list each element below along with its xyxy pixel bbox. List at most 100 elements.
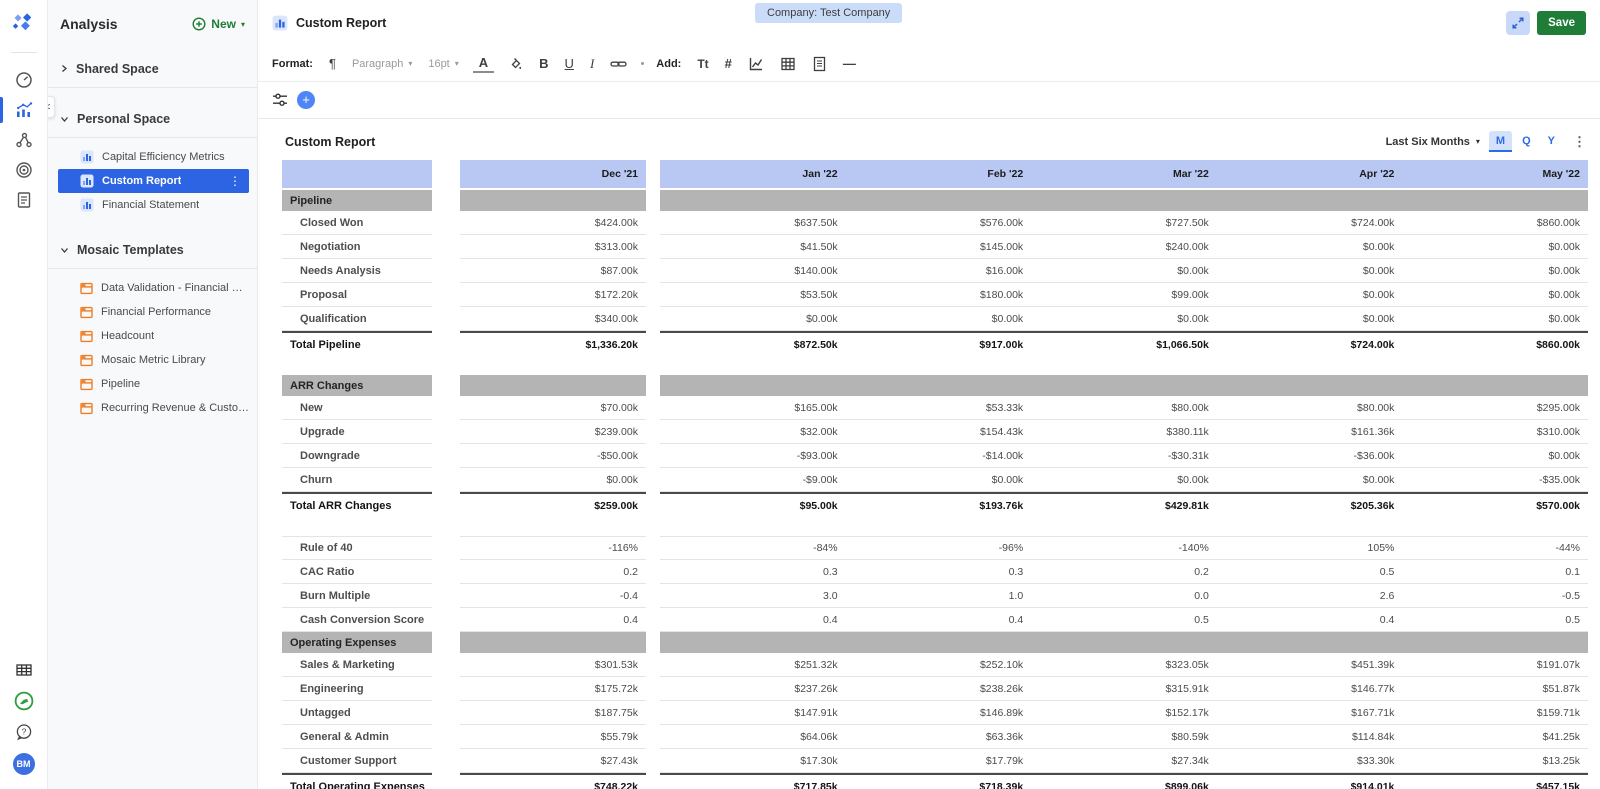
column-gap bbox=[438, 420, 460, 444]
table-row[interactable]: Downgrade -$50.00k -$93.00k -$14.00k -$30.31… bbox=[282, 444, 1588, 468]
table-row[interactable]: Rule of 40 -116% -84% -96% -140% 105% -44% bbox=[282, 536, 1588, 560]
sidebar-item-financial-performance[interactable]: Financial Performance bbox=[58, 300, 249, 324]
sidebar-item-custom-report[interactable]: Custom Report ⋮ bbox=[58, 169, 249, 193]
cell: $27.34k bbox=[1171, 754, 1209, 767]
company-badge[interactable]: Company: Test Company bbox=[755, 3, 903, 23]
section-label: Mosaic Templates bbox=[77, 243, 184, 257]
table-row[interactable]: General & Admin $55.79k $64.06k $63.36k $80.… bbox=[282, 725, 1588, 749]
paragraph-mark-icon[interactable]: ¶ bbox=[323, 54, 342, 73]
add-text-icon[interactable]: Tt bbox=[691, 55, 714, 73]
table-row[interactable]: Upgrade $239.00k $32.00k $154.43k $380.11k $1… bbox=[282, 420, 1588, 444]
add-chart-icon[interactable] bbox=[742, 54, 770, 74]
add-text-block-icon[interactable] bbox=[806, 54, 833, 74]
cell: $17.30k bbox=[800, 754, 838, 767]
cell: $114.84k bbox=[1351, 730, 1395, 743]
new-button-label: New bbox=[211, 17, 236, 31]
section-header-row[interactable]: ARR Changes bbox=[282, 375, 1588, 396]
table-row[interactable]: New $70.00k $165.00k $53.33k $80.00k $80.00k $… bbox=[282, 396, 1588, 420]
paragraph-style-dropdown[interactable]: Paragraph ▾ bbox=[346, 56, 418, 72]
dashboard-icon[interactable] bbox=[0, 65, 48, 95]
cell: $0.00k bbox=[1362, 264, 1395, 277]
mosaic-logo[interactable] bbox=[11, 12, 37, 38]
add-filter-button[interactable]: + bbox=[297, 91, 315, 109]
table-row[interactable]: Cash Conversion Score 0.4 0.4 0.4 0.5 0.4 0.5 bbox=[282, 608, 1588, 632]
add-table-icon[interactable] bbox=[774, 54, 802, 74]
total-row[interactable]: Total Operating Expenses $748.22k $717.85k… bbox=[282, 773, 1588, 789]
column-gap bbox=[646, 632, 660, 653]
italic-icon[interactable]: I bbox=[584, 54, 600, 74]
cell: $570.00k bbox=[1536, 500, 1580, 512]
chevron-down-icon: ▾ bbox=[240, 19, 245, 29]
table-row[interactable]: Sales & Marketing $301.53k $251.32k $252.10… bbox=[282, 653, 1588, 677]
data-grid-icon[interactable] bbox=[15, 661, 33, 679]
highlight-color-icon[interactable] bbox=[502, 54, 529, 73]
user-avatar[interactable]: BM bbox=[12, 753, 35, 775]
table-row[interactable]: Negotiation $313.00k $41.50k $145.00k $240.0… bbox=[282, 235, 1588, 259]
row-label: New bbox=[282, 396, 432, 420]
cell: -0.5 bbox=[1561, 589, 1580, 602]
granularity-m-button[interactable]: M bbox=[1488, 131, 1513, 152]
chevron-right-icon bbox=[60, 60, 68, 78]
reports-icon[interactable] bbox=[0, 185, 48, 215]
table-row[interactable]: Churn $0.00k -$9.00k $0.00k $0.00k $0.00k -$35… bbox=[282, 468, 1588, 492]
table-header-row[interactable]: Dec '21 Jan '22 Feb '22 Mar '22 Apr '22 May '… bbox=[282, 160, 1588, 188]
total-row[interactable]: Total ARR Changes $259.00k $95.00k $193.76k… bbox=[282, 492, 1588, 518]
cell: $17.79k bbox=[985, 754, 1024, 767]
cell: $154.43k bbox=[979, 425, 1024, 438]
granularity-q-button[interactable]: Q bbox=[1515, 131, 1538, 152]
sidebar-item-data-validation-financial-stat[interactable]: Data Validation - Financial Stat... bbox=[58, 276, 249, 300]
row-label: Needs Analysis bbox=[282, 259, 432, 283]
months-block bbox=[660, 190, 1588, 211]
expand-icon[interactable] bbox=[1506, 11, 1531, 35]
table-row[interactable]: Needs Analysis $87.00k $140.00k $16.00k $0.0… bbox=[282, 259, 1588, 283]
goals-icon[interactable] bbox=[0, 155, 48, 185]
period-selector-value: Last Six Months bbox=[1385, 135, 1470, 148]
table-row[interactable]: CAC Ratio 0.2 0.3 0.3 0.2 0.5 0.1 bbox=[282, 560, 1588, 584]
table-row[interactable]: Qualification $340.00k $0.00k $0.00k $0.00k $… bbox=[282, 307, 1588, 331]
text-color-icon[interactable]: A bbox=[472, 54, 495, 73]
support-chat-icon[interactable] bbox=[14, 691, 34, 711]
sidebar-section-header[interactable]: Mosaic Templates bbox=[48, 235, 257, 269]
cell: $0.00k bbox=[1362, 240, 1395, 253]
sidebar-section-header[interactable]: Shared Space bbox=[48, 54, 257, 88]
table-row[interactable]: Untagged $187.75k $147.91k $146.89k $152.17k… bbox=[282, 701, 1588, 725]
months-block: $41.50k $145.00k $240.00k $0.00k $0.00k bbox=[660, 235, 1588, 259]
sidebar-item-headcount[interactable]: Headcount bbox=[58, 324, 249, 348]
table-row[interactable]: Engineering $175.72k $237.26k $238.26k $315.… bbox=[282, 677, 1588, 701]
table-row[interactable]: Proposal $172.20k $53.50k $180.00k $99.00k $0… bbox=[282, 283, 1588, 307]
sidebar-item-recurring-revenue-customers[interactable]: Recurring Revenue & Customers bbox=[58, 396, 249, 420]
save-button[interactable]: Save bbox=[1537, 11, 1586, 35]
cell: Feb '22 bbox=[987, 168, 1024, 180]
column-gap bbox=[646, 725, 660, 749]
table-options-kebab[interactable]: ⋮ bbox=[1571, 134, 1588, 150]
bold-icon[interactable]: B bbox=[533, 54, 554, 73]
sidebar-item-financial-statement[interactable]: Financial Statement bbox=[58, 193, 249, 217]
new-button[interactable]: New ▾ bbox=[192, 17, 245, 31]
table-row[interactable]: Customer Support $27.43k $17.30k $17.79k $27… bbox=[282, 749, 1588, 773]
help-icon[interactable]: ? bbox=[15, 723, 33, 741]
cell: $172.20k bbox=[460, 283, 646, 307]
underline-icon[interactable]: U bbox=[559, 54, 580, 73]
sidebar-item-capital-efficiency-metrics[interactable]: Capital Efficiency Metrics bbox=[58, 145, 249, 169]
granularity-y-button[interactable]: Y bbox=[1541, 131, 1562, 152]
cell: 1.0 bbox=[1008, 589, 1024, 602]
period-selector[interactable]: Last Six Months ▾ bbox=[1386, 136, 1480, 148]
section-header-row[interactable]: Pipeline bbox=[282, 190, 1588, 211]
add-divider-icon[interactable]: — bbox=[837, 54, 862, 73]
sidebar-item-mosaic-metric-library[interactable]: Mosaic Metric Library bbox=[58, 348, 249, 372]
item-kebab-icon[interactable]: ⋮ bbox=[229, 174, 249, 188]
section-header-row[interactable]: Operating Expenses bbox=[282, 632, 1588, 653]
sidebar-section-header[interactable]: Personal Space bbox=[48, 104, 257, 138]
months-block: $872.50k $917.00k $1,066.50k $724.00k $860.0… bbox=[660, 331, 1588, 357]
cell: $1,066.50k bbox=[1156, 339, 1209, 351]
analysis-icon[interactable] bbox=[0, 95, 48, 125]
sidebar-item-pipeline[interactable]: Pipeline bbox=[58, 372, 249, 396]
total-row[interactable]: Total Pipeline $1,336.20k $872.50k $917.00k… bbox=[282, 331, 1588, 357]
link-icon[interactable] bbox=[604, 55, 633, 73]
filters-icon[interactable] bbox=[271, 91, 289, 109]
add-metric-icon[interactable]: # bbox=[719, 54, 738, 73]
font-size-dropdown[interactable]: 16pt ▾ bbox=[422, 56, 464, 72]
table-row[interactable]: Closed Won $424.00k $637.50k $576.00k $727.5… bbox=[282, 211, 1588, 235]
metric-builder-icon[interactable] bbox=[0, 125, 48, 155]
table-row[interactable]: Burn Multiple -0.4 3.0 1.0 0.0 2.6 -0.5 bbox=[282, 584, 1588, 608]
